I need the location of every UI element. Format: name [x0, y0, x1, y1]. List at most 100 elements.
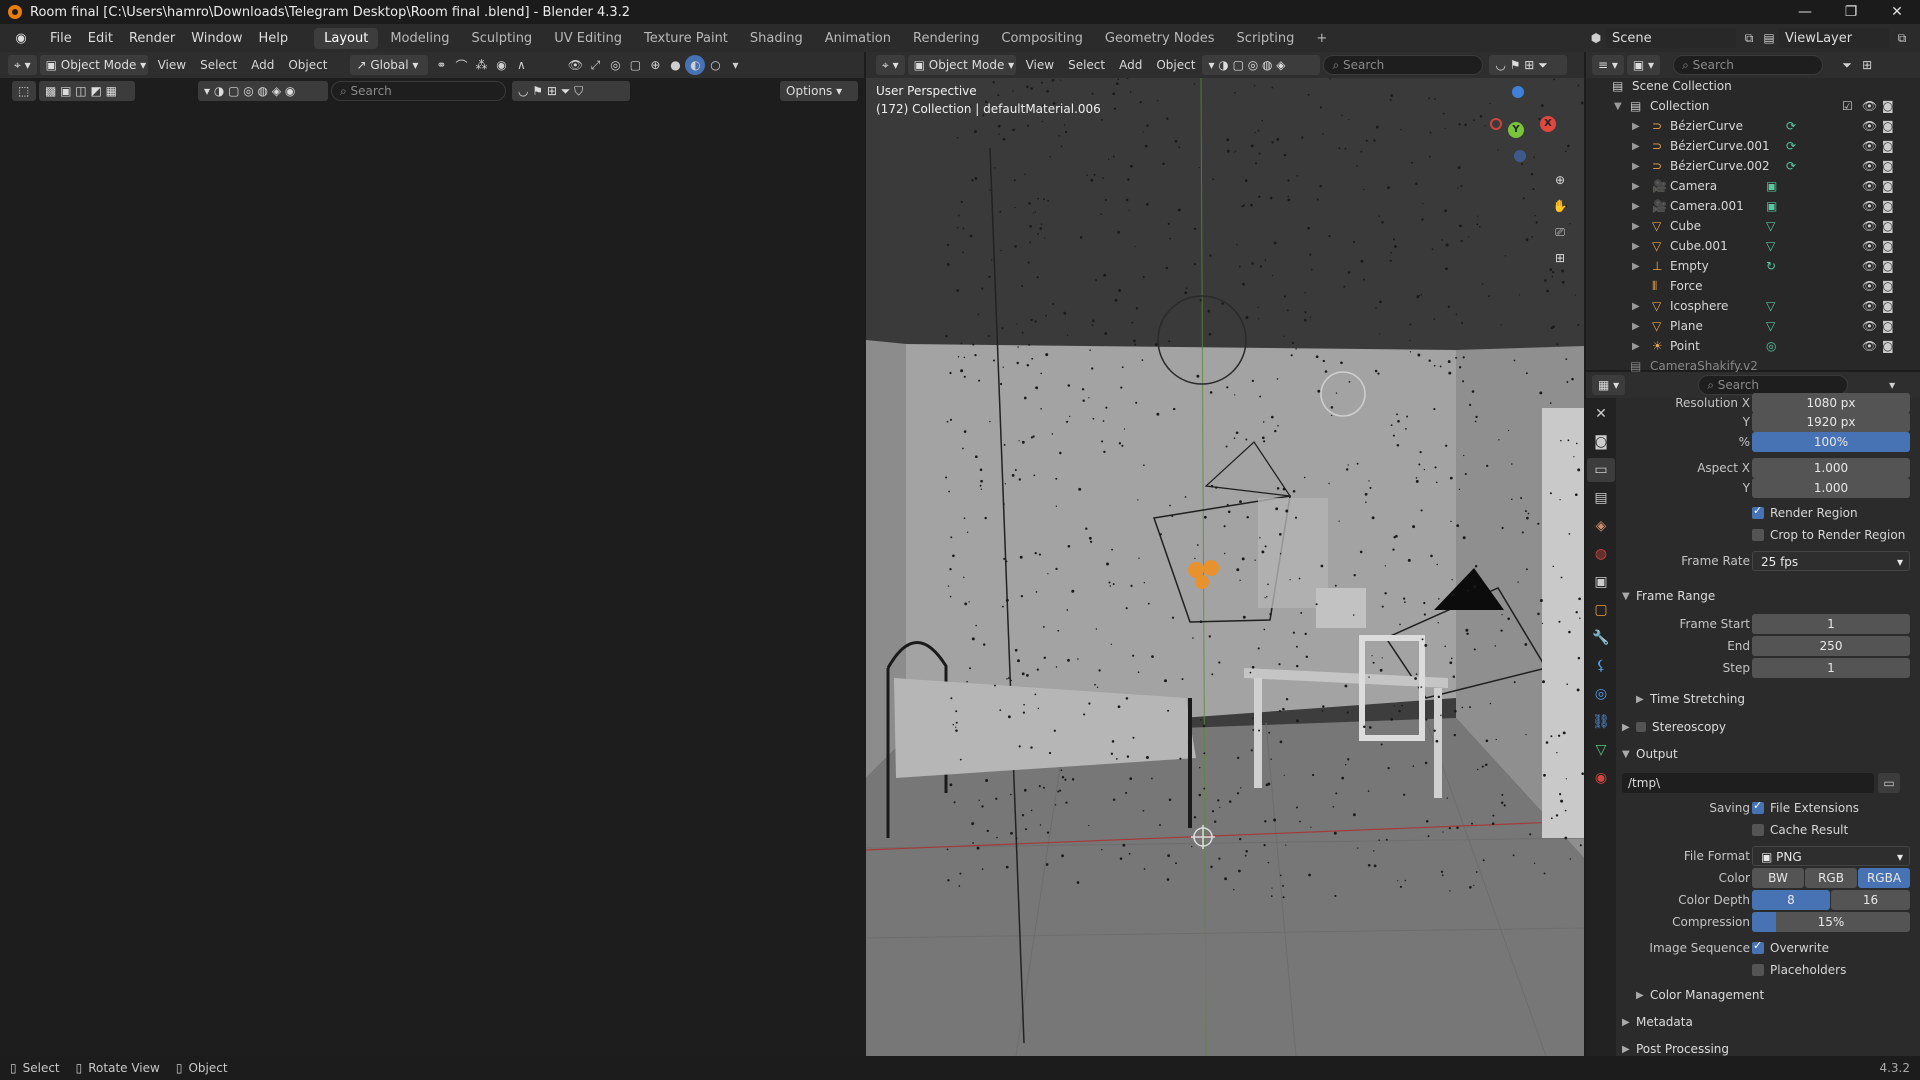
outliner-item[interactable]: ▶ ⊃ BézierCurve.002 ⟳ 👁 ◙: [1586, 156, 1920, 176]
visibility-eye-icon[interactable]: 👁: [1862, 299, 1877, 313]
resolution-x-field[interactable]: 1080 px: [1752, 393, 1910, 413]
render-camera-icon[interactable]: ◙: [1882, 339, 1894, 353]
add-workspace-icon[interactable]: +: [1306, 28, 1337, 49]
overlay-icon[interactable]: ◎: [605, 55, 625, 75]
zoom-icon[interactable]: ⊕: [1550, 170, 1570, 190]
expand-arrow-icon[interactable]: ▶: [1632, 121, 1640, 132]
object-menu[interactable]: Object: [281, 58, 334, 72]
object-tab-icon[interactable]: ▢: [1587, 598, 1615, 622]
aspect-x-field[interactable]: 1.000: [1752, 458, 1910, 478]
outliner-scene-collection[interactable]: ▤ Scene Collection: [1586, 76, 1920, 96]
outliner-item[interactable]: ▶ ⊃ BézierCurve.001 ⟳ 👁 ◙: [1586, 136, 1920, 156]
particles-tab-icon[interactable]: ⚸: [1587, 654, 1615, 678]
render-camera-icon[interactable]: ◙: [1882, 159, 1894, 173]
gizmo-x-axis[interactable]: X: [1540, 116, 1556, 132]
expand-arrow-icon[interactable]: ▶: [1632, 161, 1640, 172]
stereoscopy-panel-header[interactable]: ▶ Stereoscopy: [1622, 715, 1914, 739]
left-search-input[interactable]: ⌕ Search: [331, 81, 506, 101]
render-camera-icon[interactable]: ◙: [1882, 199, 1894, 213]
shading-solid-icon[interactable]: ●: [665, 55, 685, 75]
object-data-icon[interactable]: ⟳: [1786, 119, 1796, 133]
menu-help[interactable]: Help: [251, 31, 297, 46]
output-panel-header[interactable]: ▼ Output: [1622, 742, 1914, 766]
outliner-item[interactable]: ▶ 🎥 Camera.001 ▣ 👁 ◙: [1586, 196, 1920, 216]
visibility-eye-icon[interactable]: 👁: [1862, 319, 1877, 333]
expand-arrow-icon[interactable]: ▶: [1632, 301, 1640, 312]
add-menu[interactable]: Add: [244, 58, 281, 72]
color-management-subpanel[interactable]: ▶ Color Management: [1636, 983, 1914, 1007]
tab-geometry-nodes[interactable]: Geometry Nodes: [1095, 28, 1225, 49]
outliner-item[interactable]: ▶ 🎥 Camera ▣ 👁 ◙: [1586, 176, 1920, 196]
expand-arrow-icon[interactable]: ▶: [1632, 141, 1640, 152]
right-outliner-filter-icons[interactable]: ◡ ⚑ ⊞ ⏷: [1489, 55, 1568, 75]
output-tab-icon[interactable]: ▭: [1587, 458, 1615, 482]
shading-material-icon[interactable]: ◐: [685, 55, 706, 75]
outliner-editor-type[interactable]: ≡ ▾: [1592, 55, 1624, 75]
constraints-tab-icon[interactable]: ⛓: [1587, 710, 1615, 734]
expand-arrow-icon[interactable]: ▶: [1632, 221, 1640, 232]
file-extensions-checkbox[interactable]: File Extensions: [1752, 799, 1859, 815]
render-camera-icon[interactable]: ◙: [1882, 319, 1894, 333]
compression-slider[interactable]: 15%: [1752, 912, 1910, 932]
menu-render[interactable]: Render: [121, 31, 183, 46]
expand-arrow-icon[interactable]: ▶: [1632, 181, 1640, 192]
right-select-menu[interactable]: Select: [1061, 58, 1112, 72]
view-layer-tab-icon[interactable]: ▤: [1587, 486, 1615, 510]
view-menu[interactable]: View: [151, 58, 193, 72]
data-tab-icon[interactable]: ▽: [1587, 738, 1615, 762]
properties-editor-type[interactable]: ▦ ▾: [1592, 375, 1626, 395]
tab-layout[interactable]: Layout: [314, 27, 379, 49]
collection-render-icon[interactable]: ◙: [1882, 99, 1894, 113]
snap-icon[interactable]: ⌒: [451, 55, 471, 75]
tab-modeling[interactable]: Modeling: [380, 28, 459, 49]
xray-icon[interactable]: ▢: [625, 55, 645, 75]
right-viewport-filter-icons[interactable]: ▾ ◑ ▢ ◎ ◍ ◈: [1202, 55, 1321, 75]
tab-shading[interactable]: Shading: [740, 28, 813, 49]
gizmo-y-axis[interactable]: Y: [1508, 122, 1524, 138]
folder-icon[interactable]: ▭: [1878, 773, 1900, 793]
shading-wireframe-icon[interactable]: ⊕: [645, 55, 665, 75]
select-mode-icons[interactable]: ▩ ▣ ◫ ◩ ▦: [39, 81, 135, 101]
tab-uv-editing[interactable]: UV Editing: [544, 28, 632, 49]
object-data-icon[interactable]: ▣: [1766, 179, 1777, 193]
outliner-collection[interactable]: ▼ ▤ Collection ☑ 👁 ◙: [1586, 96, 1920, 116]
render-tab-icon[interactable]: ◙: [1587, 430, 1615, 454]
outliner-filter-icon[interactable]: ⏷: [1837, 55, 1857, 75]
visibility-eye-icon[interactable]: 👁: [1862, 259, 1877, 273]
overwrite-checkbox[interactable]: Overwrite: [1752, 939, 1829, 955]
tab-compositing[interactable]: Compositing: [991, 28, 1093, 49]
object-data-icon[interactable]: ▽: [1766, 239, 1775, 253]
expand-arrow-icon[interactable]: ▶: [1632, 261, 1640, 272]
tab-texture-paint[interactable]: Texture Paint: [634, 28, 738, 49]
view-layer-selector[interactable]: ViewLayer: [1779, 28, 1889, 48]
snap-grid-icon[interactable]: ⁂: [471, 55, 491, 75]
right-add-menu[interactable]: Add: [1112, 58, 1149, 72]
new-collection-icon[interactable]: ⊞: [1857, 55, 1877, 75]
outliner-item[interactable]: ▶ ▽ Cube.001 ▽ 👁 ◙: [1586, 236, 1920, 256]
render-camera-icon[interactable]: ◙: [1882, 179, 1894, 193]
visibility-eye-icon[interactable]: 👁: [1862, 199, 1877, 213]
shading-rendered-icon[interactable]: ○: [705, 55, 725, 75]
left-viewport-render[interactable]: [0, 52, 864, 1056]
outliner-item[interactable]: ▶ ▽ Plane ▽ 👁 ◙: [1586, 316, 1920, 336]
render-region-checkbox[interactable]: Render Region: [1752, 504, 1858, 520]
gizmo-icon[interactable]: ⤢: [585, 55, 605, 75]
render-camera-icon[interactable]: ◙: [1882, 259, 1894, 273]
file-format-dropdown[interactable]: ▣ PNG ▾: [1752, 846, 1910, 866]
right-editor-type-button[interactable]: ⌖ ▾: [876, 55, 905, 75]
expand-arrow-icon[interactable]: ▼: [1614, 101, 1622, 112]
depth-8-button[interactable]: 8: [1752, 890, 1830, 910]
metadata-panel-header[interactable]: ▶ Metadata: [1622, 1010, 1914, 1034]
post-processing-panel-header[interactable]: ▶ Post Processing: [1622, 1037, 1914, 1056]
visibility-eye-icon[interactable]: 👁: [1862, 219, 1877, 233]
outliner-display-mode[interactable]: ▣ ▾: [1626, 55, 1661, 75]
object-data-icon[interactable]: ▽: [1766, 319, 1775, 333]
render-camera-icon[interactable]: ◙: [1882, 279, 1894, 293]
new-view-layer-icon[interactable]: ⧉: [1892, 28, 1912, 48]
right-viewport-solid[interactable]: [866, 78, 1584, 1056]
outliner-search-input[interactable]: ⌕ Search: [1673, 55, 1824, 75]
menu-window[interactable]: Window: [183, 31, 250, 46]
menu-file[interactable]: File: [42, 31, 80, 46]
output-path-field[interactable]: /tmp\: [1622, 773, 1874, 793]
render-camera-icon[interactable]: ◙: [1882, 299, 1894, 313]
